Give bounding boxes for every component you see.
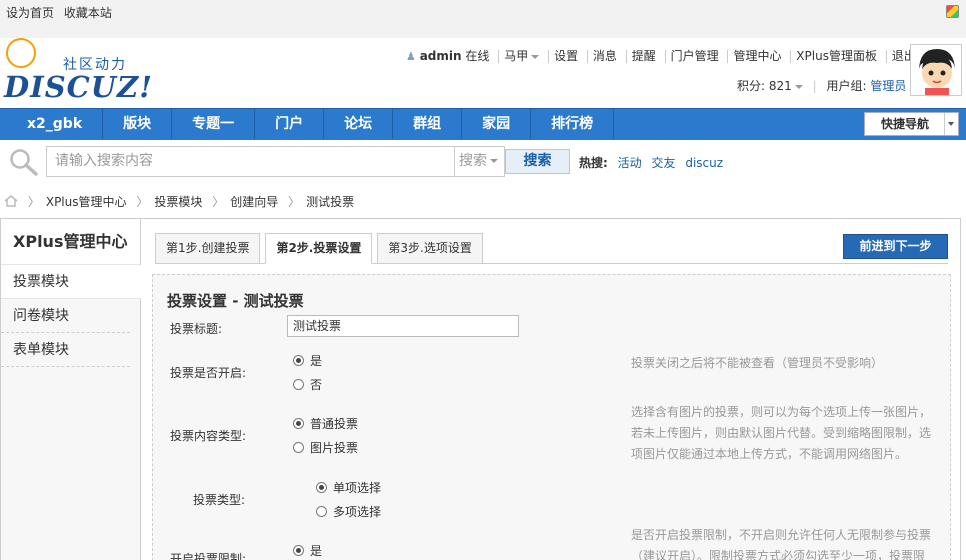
user-menu: ♟ admin 在线 马甲 设置 消息 提醒 门户管理 管理中心 XPlus管理…: [406, 49, 921, 63]
search-type-select[interactable]: 搜索: [455, 146, 505, 177]
site-logo[interactable]: 社区动力 DISCUZ!: [4, 38, 152, 104]
nav-item-boards[interactable]: 版块: [103, 109, 173, 139]
hot-keyword[interactable]: 交友: [651, 156, 675, 170]
quick-nav-button[interactable]: 快捷导航: [864, 112, 959, 136]
home-icon[interactable]: [4, 195, 22, 209]
enabled-hint: 投票关闭之后将不能被查看（管理员不受影响）: [631, 356, 884, 370]
title-label: 投票标题:: [170, 322, 223, 336]
breadcrumb-item[interactable]: XPlus管理中心: [46, 195, 127, 209]
main-nav: x2_gbk 版块 专题一 门户 论坛 群组 家园 排行榜 快捷导航: [0, 108, 966, 140]
content: 第1步.创建投票 第2步.投票设置 第3步.选项设置 前进到下一步 投票设置 -…: [141, 219, 961, 560]
main-area: XPlus管理中心 投票模块 问卷模块 表单模块 第1步.创建投票 第2步.投票…: [0, 218, 961, 560]
bookmark-link[interactable]: 收藏本站: [64, 6, 112, 20]
nav-item-groups[interactable]: 群组: [393, 109, 463, 139]
nav-item-ranking[interactable]: 排行榜: [531, 109, 615, 139]
sidebar-title: XPlus管理中心: [1, 219, 140, 265]
search-icon: [8, 147, 40, 177]
xplus-panel-link[interactable]: XPlus管理面板: [790, 50, 882, 63]
theme-color-icon[interactable]: [946, 5, 959, 18]
limit-hint: 是否开启投票限制，不开启则允许任何人无限制参与投票（建议开启）。限制投票方式必须…: [631, 528, 932, 560]
credits-link[interactable]: 积分: 821: [737, 79, 803, 93]
vote-settings-panel: 投票设置 - 测试投票 投票标题: 测试投票 投票是否开启: 是 否 投票关闭之…: [152, 274, 951, 560]
nav-item-home[interactable]: x2_gbk: [7, 109, 104, 139]
panel-heading: 投票设置 - 测试投票: [167, 292, 304, 310]
enabled-label: 投票是否开启:: [170, 366, 247, 380]
portal-admin-link[interactable]: 门户管理: [664, 50, 724, 63]
hot-keyword[interactable]: discuz: [685, 156, 723, 170]
breadcrumb-item[interactable]: 投票模块: [154, 195, 202, 209]
sidebar-item-vote[interactable]: 投票模块: [1, 265, 141, 299]
notifications-link[interactable]: 提醒: [625, 50, 661, 63]
content-type-image-radio[interactable]: 图片投票: [293, 439, 358, 456]
search-input[interactable]: 请输入搜索内容: [46, 146, 455, 177]
nav-item-topic[interactable]: 专题一: [172, 109, 256, 139]
vote-type-label: 投票类型:: [193, 493, 246, 507]
search-button[interactable]: 搜索: [505, 149, 570, 174]
messages-link[interactable]: 消息: [586, 50, 622, 63]
content-type-hint: 选择含有图片的投票，则可以为每个选项上传一张图片，若未上传图片，则由默认图片代替…: [631, 405, 932, 461]
sidebar: XPlus管理中心 投票模块 问卷模块 表单模块: [1, 219, 141, 560]
sidebar-item-survey[interactable]: 问卷模块: [1, 299, 130, 333]
user-group-link[interactable]: 管理员: [870, 79, 906, 93]
bulb-icon: [6, 38, 36, 68]
breadcrumb-item[interactable]: 创建向导: [230, 195, 278, 209]
breadcrumb-current: 测试投票: [306, 195, 355, 209]
search-bar: 请输入搜索内容 搜索 搜索 热搜: 活动 交友 discuz: [0, 140, 966, 185]
content-type-label: 投票内容类型:: [170, 429, 247, 443]
site-header: 社区动力 DISCUZ! ♟ admin 在线 马甲 设置 消息 提醒 门户管理…: [0, 38, 966, 106]
top-bar: 设为首页 收藏本站: [0, 0, 966, 38]
nav-item-home-space[interactable]: 家园: [462, 109, 532, 139]
settings-link[interactable]: 设置: [548, 50, 583, 63]
limit-yes-radio[interactable]: 是: [293, 542, 322, 559]
limit-label: 开启投票限制:: [170, 552, 247, 560]
nav-item-forum[interactable]: 论坛: [324, 109, 394, 139]
enabled-no-radio[interactable]: 否: [293, 376, 322, 393]
vote-type-multiple-radio[interactable]: 多项选择: [316, 503, 381, 520]
set-homepage-link[interactable]: 设为首页: [6, 6, 54, 20]
sidebar-item-form[interactable]: 表单模块: [1, 333, 130, 367]
admin-center-link[interactable]: 管理中心: [727, 50, 786, 63]
hot-search: 热搜: 活动 交友 discuz: [579, 156, 724, 170]
content-type-normal-radio[interactable]: 普通投票: [293, 415, 358, 432]
alias-menu[interactable]: 马甲: [498, 50, 544, 63]
tab-step-2[interactable]: 第2步.投票设置: [265, 233, 373, 264]
enabled-yes-radio[interactable]: 是: [293, 352, 322, 369]
vote-type-single-radio[interactable]: 单项选择: [316, 479, 381, 496]
online-status[interactable]: 在线: [465, 49, 489, 63]
user-icon: ♟: [406, 50, 416, 63]
chevron-down-icon: [944, 113, 958, 135]
nav-item-portal[interactable]: 门户: [255, 109, 325, 139]
chevron-down-icon: [490, 159, 498, 163]
next-step-button[interactable]: 前进到下一步: [843, 234, 948, 259]
chevron-down-icon: [794, 84, 803, 89]
vote-title-input[interactable]: 测试投票: [287, 315, 519, 337]
chevron-down-icon: [531, 54, 540, 59]
tab-step-1[interactable]: 第1步.创建投票: [155, 233, 261, 264]
breadcrumb: 〉 XPlus管理中心 〉投票模块 〉创建向导 〉测试投票: [4, 193, 354, 210]
user-info: 积分: 821 | 用户组: 管理员: [737, 79, 907, 93]
hot-keyword[interactable]: 活动: [618, 156, 642, 170]
username-link[interactable]: admin: [420, 49, 462, 63]
tab-step-3[interactable]: 第3步.选项设置: [377, 233, 483, 264]
avatar[interactable]: [910, 44, 962, 96]
step-tabs: 第1步.创建投票 第2步.投票设置 第3步.选项设置: [155, 233, 488, 264]
